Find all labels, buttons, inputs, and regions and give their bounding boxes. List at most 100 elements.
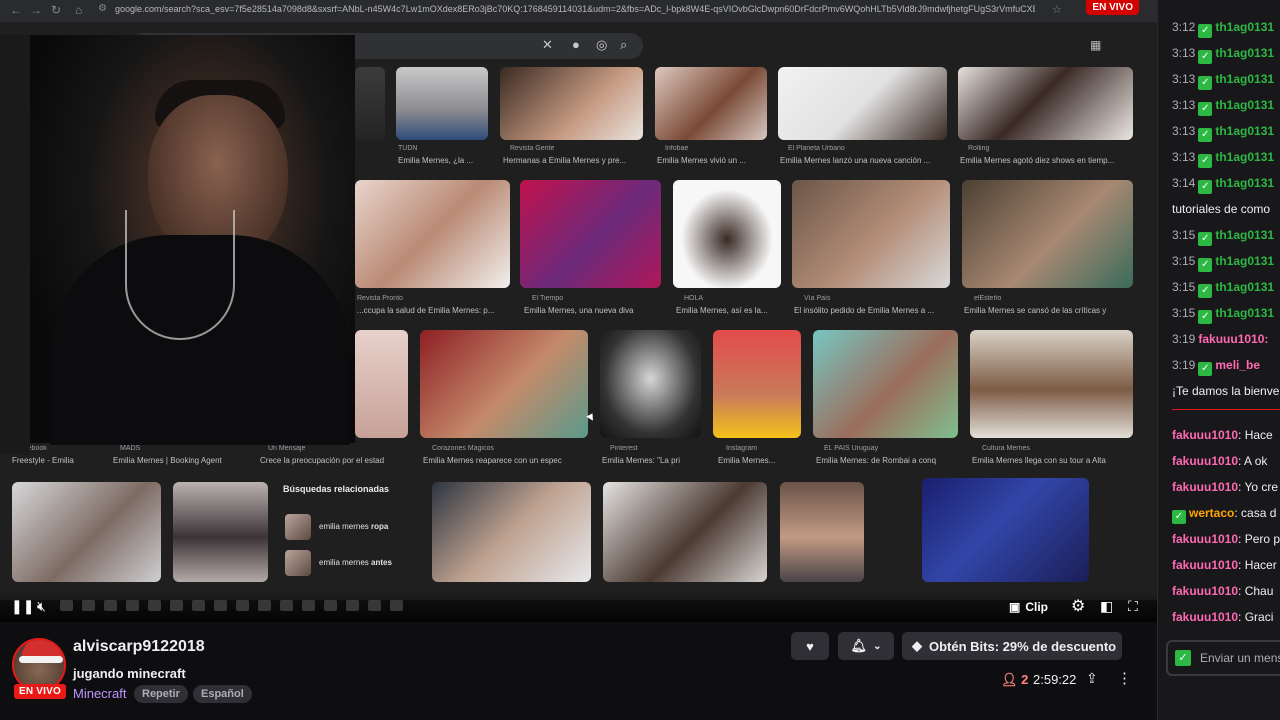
chat-message-text: Hacer — [1244, 558, 1277, 572]
chat-username[interactable]: th1ag0131 — [1215, 72, 1274, 86]
chat-username[interactable]: th1ag0131 — [1215, 254, 1274, 268]
chat-username[interactable]: fakuuu1010 — [1172, 558, 1238, 572]
chat-input[interactable]: ✓ Enviar un mensaje — [1166, 640, 1280, 676]
chat-username[interactable]: wertaco — [1189, 506, 1234, 520]
chat-username[interactable]: th1ag0131 — [1215, 176, 1274, 190]
image-caption[interactable]: Emilia Mernes agotó diez shows en tiemp.… — [960, 156, 1132, 165]
image-caption[interactable]: Emilia Mernes: "La pri — [602, 456, 700, 465]
image-caption[interactable]: Emilia Mernes reaparece con un espec — [423, 456, 588, 465]
chat-username[interactable]: th1ag0131 — [1215, 98, 1274, 112]
settings-gear-icon[interactable]: ⚙ — [1071, 596, 1085, 616]
chat-message: fakuuu1010: Hace — [1172, 428, 1280, 442]
tag-espanol[interactable]: Español — [193, 685, 252, 703]
mute-icon[interactable]: 🔇︎ — [37, 598, 46, 615]
related-search-item[interactable]: emilia mernes ropa — [285, 514, 415, 540]
theatre-mode-icon[interactable]: ◧ — [1100, 598, 1113, 615]
image-caption[interactable]: Emilia Mernes, una nueva diva — [524, 306, 661, 315]
image-source: MADS — [120, 445, 141, 452]
chat-badge-icon: ✓ — [1198, 180, 1213, 194]
get-bits-button[interactable]: ◆ Obtén Bits: 29% de descuento — [902, 632, 1122, 660]
chat-username[interactable]: fakuuu1010 — [1172, 610, 1238, 624]
image-source: Corazones Mágicos — [432, 445, 494, 452]
fullscreen-icon[interactable]: ⛶ — [1128, 598, 1138, 615]
chat-badge-icon: ✓ — [1198, 258, 1213, 272]
chat-username[interactable]: fakuuu1010 — [1172, 584, 1238, 598]
image-caption[interactable]: Emilia Mernes se cansó de las críticas y — [964, 306, 1134, 315]
follow-heart-button[interactable]: ♥ — [791, 632, 829, 660]
webcam-streamer-chain — [125, 210, 235, 340]
home-icon: ⌂ — [75, 3, 83, 17]
clip-icon: ▣ — [1009, 600, 1021, 614]
image-caption[interactable]: Emilia Mernes vivió un ... — [657, 156, 765, 165]
channel-name[interactable]: alviscarp9122018 — [73, 638, 205, 656]
image-source: Infobae — [665, 145, 689, 152]
chat-username[interactable]: meli_be — [1215, 358, 1260, 372]
chat-username[interactable]: th1ag0131 — [1215, 228, 1274, 242]
clip-button[interactable]: ▣ Clip — [1003, 596, 1054, 618]
chat-badge-icon: ✓ — [1198, 24, 1213, 38]
image-caption[interactable]: Freestyle - Emilia — [12, 456, 107, 465]
image-source: Cultura Mernes — [982, 445, 1030, 452]
image-caption[interactable]: ...ccupa la salud de Emilia Mernes: p... — [357, 306, 507, 315]
chat-message-text: tutoriales de como — [1172, 202, 1271, 216]
related-thumb — [285, 514, 311, 540]
chat-username[interactable]: th1ag0131 — [1215, 306, 1274, 320]
share-icon[interactable]: ⇪ — [1086, 670, 1098, 687]
image-caption[interactable]: Crece la preocupación por el estad — [260, 456, 405, 465]
notifications-button[interactable]: 🔔︎ ⌄ — [838, 632, 894, 660]
image-caption[interactable]: Emilia Mernes lanzó una nueva canción ..… — [780, 156, 945, 165]
chat-message-text: A ok — [1244, 454, 1268, 468]
chat-timestamp: 3:13 — [1172, 150, 1196, 164]
chat-username[interactable]: fakuuu1010 — [1172, 480, 1238, 494]
image-caption[interactable]: El insólito pedido de Emilia Mernes a ..… — [794, 306, 950, 315]
image-result — [520, 180, 661, 288]
pause-icon[interactable]: ❚❚ — [11, 598, 34, 615]
stream-uptime: 2:59:22 — [1033, 672, 1077, 687]
image-result — [500, 67, 643, 140]
image-caption[interactable]: Emilia Mernes, así es la... — [676, 306, 780, 315]
chat-timestamp: 3:13 — [1172, 72, 1196, 86]
image-caption[interactable]: Emilia Mernes, ¿la ... — [398, 156, 488, 165]
image-caption[interactable]: Emilia Mernes llega con su tour a Alta — [972, 456, 1132, 465]
chat-username[interactable]: fakuuu1010 — [1172, 532, 1238, 546]
chat-timestamp: 3:13 — [1172, 46, 1196, 60]
chat-username[interactable]: fakuuu1010 — [1172, 454, 1238, 468]
image-caption[interactable]: Hermanas a Emilia Mernes y pre... — [503, 156, 643, 165]
bits-label: Obtén Bits: 29% de descuento — [929, 638, 1117, 654]
tag-repetir[interactable]: Repetir — [134, 685, 188, 703]
live-badge: EN VIVO — [14, 684, 66, 699]
image-result — [778, 67, 947, 140]
image-result — [420, 330, 588, 438]
chat-username[interactable]: th1ag0131 — [1215, 150, 1274, 164]
chat-username[interactable]: fakuuu1010 — [1172, 428, 1238, 442]
santa-hat-brim — [19, 656, 63, 663]
chat-message: tutoriales de como — [1172, 202, 1280, 216]
chat-username[interactable]: fakuuu1010: — [1198, 332, 1268, 346]
chat-username[interactable]: th1ag0131 — [1215, 124, 1274, 138]
chat-message: 3:14 ✓ th1ag0131 — [1172, 176, 1280, 194]
game-category-link[interactable]: Minecraft — [73, 686, 126, 701]
chat-badge-icon: ✓ — [1198, 76, 1213, 90]
image-caption[interactable]: Emilia Mernes... — [718, 456, 803, 465]
bell-icon: 🔔︎ — [850, 638, 868, 653]
chat-message-text: Yo cre — [1244, 480, 1279, 494]
video-player[interactable]: ← → ↻ ⌂ ⚙ google.com/search?sca_esv=7f5e… — [0, 0, 1157, 622]
image-result — [958, 67, 1133, 140]
chat-message: 3:12 ✓ th1ag0131 — [1172, 20, 1280, 38]
chat-username[interactable]: th1ag0131 — [1215, 46, 1274, 60]
browser-side-strip — [0, 35, 30, 455]
image-caption[interactable]: Emilia Mernes: de Rombai a conq — [816, 456, 958, 465]
image-result — [173, 482, 268, 582]
clear-icon: ✕ — [542, 37, 553, 52]
chat-username[interactable]: th1ag0131 — [1215, 280, 1274, 294]
chat-separator: : — [1238, 610, 1245, 624]
chat-badge-icon: ✓ — [1198, 310, 1213, 324]
related-search-item[interactable]: emilia mernes antes — [285, 550, 415, 576]
image-caption[interactable]: Emilia Mernes | Booking Agent — [113, 456, 253, 465]
more-options-icon[interactable]: ⋮ — [1117, 669, 1132, 687]
viewer-count-value: 2 — [1021, 672, 1029, 687]
related-keyword: antes — [371, 558, 392, 567]
chat-username[interactable]: th1ag0131 — [1215, 20, 1274, 34]
chat-badge-icon: ✓ — [1198, 284, 1213, 298]
image-result — [780, 482, 864, 582]
